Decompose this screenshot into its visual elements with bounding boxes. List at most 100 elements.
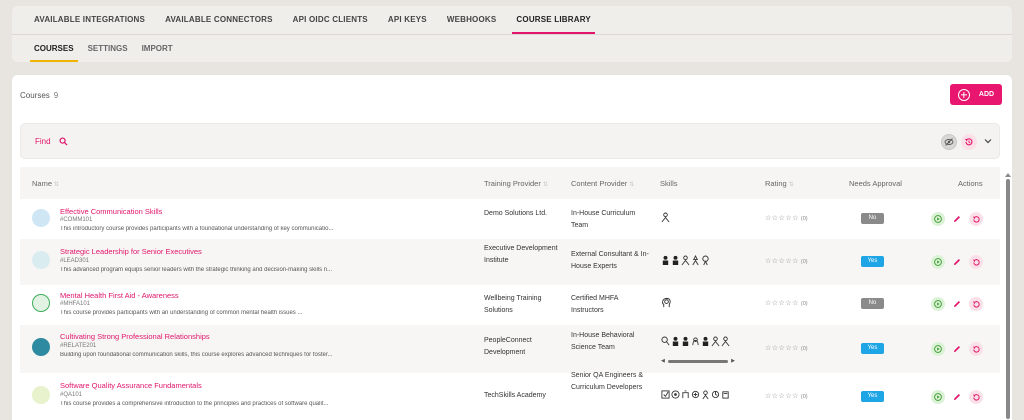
play-button[interactable] <box>931 255 945 269</box>
history-button[interactable] <box>969 297 983 311</box>
training-provider: Executive Development Institute <box>484 245 558 264</box>
history-icon <box>972 258 980 266</box>
hide-filter-button[interactable] <box>941 134 957 150</box>
course-title[interactable]: Software Quality Assurance Fundamentals <box>60 381 202 390</box>
course-title[interactable]: Cultivating Strong Professional Relation… <box>60 332 210 341</box>
rating: ☆☆☆☆☆ (0) <box>765 393 808 400</box>
tab-api-oidc-clients[interactable]: API OIDC CLIENTS <box>293 6 368 34</box>
edit-button[interactable] <box>950 342 964 356</box>
column-training-provider[interactable]: Training Provider ⇅ <box>484 179 548 188</box>
column-content-provider[interactable]: Content Provider ⇅ <box>571 179 634 188</box>
history-icon <box>972 345 980 353</box>
star-icon: ☆☆☆☆☆ <box>765 215 799 222</box>
status-badge: No <box>861 213 884 224</box>
skill-icon <box>681 255 690 266</box>
status-badge: Yes <box>861 391 884 402</box>
skill-icon <box>661 390 670 399</box>
content-provider: In-House Behavioral Science Team <box>571 332 635 351</box>
scroll-up-icon[interactable] <box>1005 173 1011 177</box>
pencil-icon <box>954 301 960 307</box>
edit-button[interactable] <box>950 212 964 226</box>
course-code: #MHFA101 <box>60 301 91 307</box>
course-thumbnail <box>32 251 50 269</box>
table-row[interactable]: Strategic Leadership for Senior Executiv… <box>20 239 1000 285</box>
skills-scrollbar[interactable]: ◀ ▶ <box>661 358 735 364</box>
skill-icon <box>662 255 669 265</box>
skill-icon <box>671 390 680 399</box>
play-button[interactable] <box>931 390 945 404</box>
play-button[interactable] <box>931 297 945 311</box>
skill-icon <box>661 336 670 346</box>
content-provider: Certified MHFA Instructors <box>571 295 619 314</box>
tab-available-integrations[interactable]: AVAILABLE INTEGRATIONS <box>34 6 145 34</box>
tab-settings[interactable]: SETTINGS <box>88 35 128 62</box>
table-row[interactable]: Effective Communication Skills #COMM101 … <box>20 199 1000 239</box>
history-icon <box>972 393 980 401</box>
add-circle-icon <box>957 88 970 101</box>
rating: ☆☆☆☆☆ (0) <box>765 258 808 265</box>
scrollbar-thumb[interactable] <box>1006 179 1010 419</box>
tab-webhooks[interactable]: WEBHOOKS <box>447 6 497 34</box>
course-code: #LEAD301 <box>60 258 90 264</box>
integration-tabs: AVAILABLE INTEGRATIONS AVAILABLE CONNECT… <box>12 6 611 34</box>
pencil-icon <box>954 216 960 222</box>
eye-off-icon <box>944 138 954 146</box>
skill-icon <box>691 390 700 399</box>
skills-list <box>661 336 730 347</box>
skill-icon <box>702 390 709 400</box>
find-label[interactable]: Find <box>35 137 51 146</box>
edit-button[interactable] <box>950 255 964 269</box>
rating: ☆☆☆☆☆ (0) <box>765 345 808 352</box>
history-button[interactable] <box>969 342 983 356</box>
skill-icon <box>682 390 689 399</box>
course-library-subtabs: COURSES SETTINGS IMPORT <box>12 35 187 62</box>
tab-import[interactable]: IMPORT <box>142 35 173 62</box>
vertical-scrollbar[interactable] <box>1005 173 1011 420</box>
skill-icon <box>661 212 670 223</box>
tab-course-library[interactable]: COURSE LIBRARY <box>512 6 595 34</box>
history-button[interactable] <box>969 390 983 404</box>
scroll-left-icon[interactable]: ◀ <box>661 358 665 364</box>
history-button[interactable] <box>969 255 983 269</box>
skill-icon <box>721 336 730 347</box>
rating: ☆☆☆☆☆ (0) <box>765 300 808 307</box>
skill-icon <box>692 255 699 266</box>
course-title[interactable]: Strategic Leadership for Senior Executiv… <box>60 247 202 256</box>
column-name[interactable]: Name ⇅ <box>32 179 59 188</box>
table-row[interactable]: Software Quality Assurance Fundamentals … <box>20 372 1000 420</box>
course-thumbnail <box>32 386 50 404</box>
course-title[interactable]: Mental Health First Aid - Awareness <box>60 291 179 300</box>
course-title[interactable]: Effective Communication Skills <box>60 207 162 216</box>
sort-icon: ⇅ <box>629 182 635 188</box>
search-icon[interactable] <box>59 137 68 146</box>
skills-scroll-thumb[interactable] <box>667 359 729 363</box>
course-thumbnail <box>32 294 50 312</box>
pencil-icon <box>954 259 960 265</box>
status-badge: Yes <box>861 343 884 354</box>
tab-courses[interactable]: COURSES <box>30 35 78 62</box>
reset-filter-button[interactable] <box>961 134 977 150</box>
star-icon: ☆☆☆☆☆ <box>765 393 799 400</box>
skill-icon <box>702 336 709 346</box>
chevron-down-icon[interactable] <box>983 136 993 146</box>
table-row[interactable]: Mental Health First Aid - Awareness #MHF… <box>20 285 1000 325</box>
tab-available-connectors[interactable]: AVAILABLE CONNECTORS <box>165 6 273 34</box>
history-button[interactable] <box>969 212 983 226</box>
table-row[interactable]: Cultivating Strong Professional Relation… <box>20 325 1000 373</box>
pencil-icon <box>954 394 960 400</box>
scroll-right-icon[interactable]: ▶ <box>731 358 735 364</box>
courses-count: Courses 9 <box>20 91 58 100</box>
content-provider: Senior QA Engineers & Curriculum Develop… <box>571 372 643 391</box>
edit-button[interactable] <box>950 390 964 404</box>
play-button[interactable] <box>931 212 945 226</box>
course-code: #COMM101 <box>60 217 93 223</box>
add-course-button[interactable]: ADD <box>950 84 1002 105</box>
tab-api-keys[interactable]: API KEYS <box>388 6 427 34</box>
column-rating[interactable]: Rating ⇅ <box>765 179 794 188</box>
row-actions <box>931 255 983 269</box>
course-code: #RELATE201 <box>60 343 97 349</box>
play-button[interactable] <box>931 342 945 356</box>
edit-button[interactable] <box>950 297 964 311</box>
course-description: This course provides participants with a… <box>60 310 303 316</box>
history-icon <box>972 300 980 308</box>
